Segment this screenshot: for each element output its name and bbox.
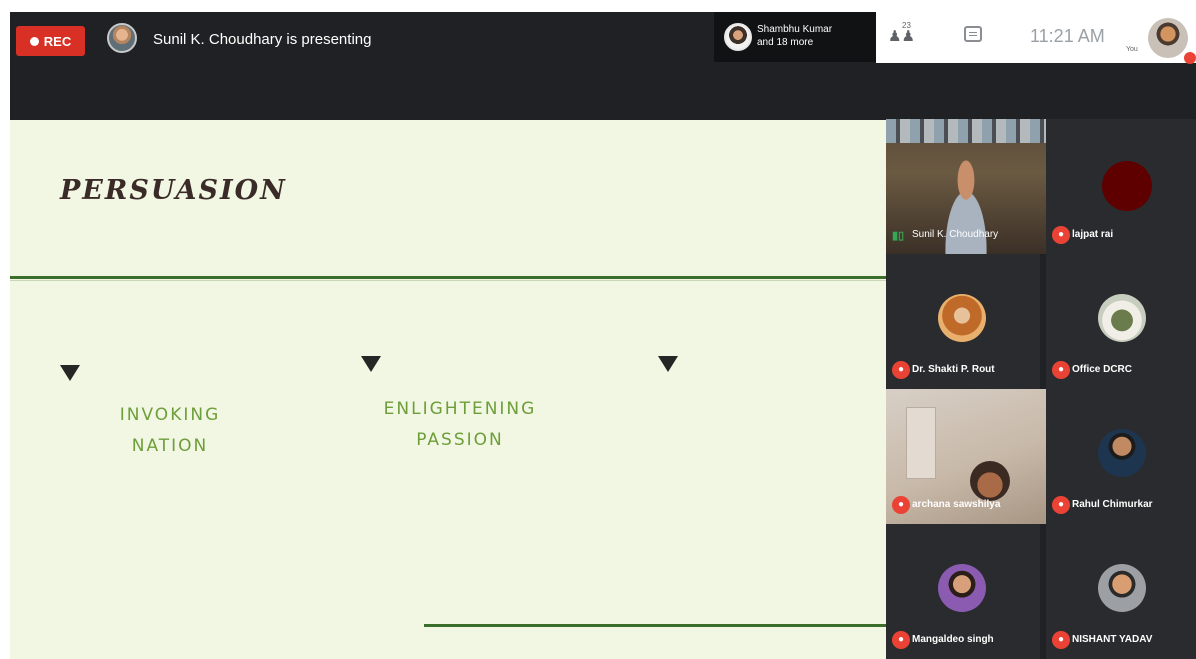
participants-summary: Shambhu Kumar and 18 more	[757, 23, 875, 49]
top-bar: REC Sunil K. Choudhary is presenting Sha…	[10, 12, 1196, 70]
participant-name: archana sawshilya	[912, 499, 1001, 510]
mic-off-icon: ●	[1052, 226, 1070, 244]
mic-off-icon: ●	[1052, 361, 1070, 379]
bullet-line: ENLIGHTENING	[383, 399, 537, 419]
title-divider	[10, 276, 886, 279]
participant-video	[970, 461, 1010, 501]
people-count: 23	[902, 21, 911, 30]
participant-tile[interactable]: ● NISHANT YADAV	[1046, 524, 1196, 659]
title-divider-shadow	[10, 280, 886, 281]
bullet-text-1: INVOKING NATION	[105, 400, 235, 462]
participant-avatar	[1098, 564, 1146, 612]
rec-label: REC	[43, 33, 72, 49]
participant-avatar	[1098, 429, 1146, 477]
bullet-text-2: ENLIGHTENING PASSION	[365, 394, 555, 456]
participant-avatar	[938, 294, 986, 342]
bullet-line: PASSION	[416, 430, 504, 450]
participant-tile[interactable]: ● Office DCRC	[1046, 254, 1196, 389]
participants-chip[interactable]: Shambhu Kumar and 18 more	[714, 12, 876, 62]
video-background	[906, 407, 936, 479]
bullet-line: NATION	[131, 436, 209, 456]
participant-name: Rahul Chimurkar	[1072, 499, 1153, 510]
self-panel: ♟♟ 23 11:21 AM You	[876, 12, 1196, 64]
participant-avatar	[1098, 294, 1146, 342]
triangle-bullet-icon	[361, 356, 381, 372]
presentation-slide: PERSUASION INVOKING NATION ENLIGHTENING …	[10, 120, 886, 659]
mic-off-icon: ●	[892, 361, 910, 379]
bottom-divider	[424, 624, 886, 627]
participant-tile[interactable]: ● Dr. Shakti P. Rout	[886, 254, 1040, 389]
record-dot-icon	[29, 36, 39, 46]
status-dot	[1184, 52, 1196, 64]
presenting-status: Sunil K. Choudhary is presenting	[153, 31, 372, 48]
participant-tile[interactable]: ▮▯ Sunil K. Choudhary	[886, 119, 1046, 254]
audio-level-icon: ▮▯	[892, 230, 905, 242]
mic-off-icon: ●	[892, 496, 910, 514]
participant-tile[interactable]: ● lajpat rai	[1046, 119, 1196, 254]
participant-avatar	[1102, 161, 1152, 211]
recording-indicator: REC	[16, 26, 85, 56]
participant-name: Sunil K. Choudhary	[912, 229, 999, 240]
mic-off-icon: ●	[1052, 631, 1070, 649]
chat-icon[interactable]	[964, 26, 982, 42]
participant-avatar	[724, 23, 752, 51]
participants-summary-name: Shambhu Kumar	[757, 24, 833, 35]
bullet-line: INVOKING	[119, 405, 221, 425]
participant-name: lajpat rai	[1072, 229, 1114, 240]
meeting-stage: REC Sunil K. Choudhary is presenting Sha…	[10, 12, 1196, 659]
participant-name: Mangaldeo singh	[912, 634, 994, 645]
participants-summary-more: and 18 more	[757, 37, 814, 48]
participant-tile[interactable]: ● Mangaldeo singh	[886, 524, 1040, 659]
mic-off-icon: ●	[892, 631, 910, 649]
participant-name: Office DCRC	[1072, 364, 1133, 375]
slide-title: PERSUASION	[60, 175, 287, 206]
participant-grid: ▮▯ Sunil K. Choudhary ● lajpat rai ● Dr.…	[886, 119, 1196, 659]
clock: 11:21 AM	[1030, 26, 1105, 46]
triangle-bullet-icon	[60, 365, 80, 381]
triangle-bullet-icon	[658, 356, 678, 372]
mic-off-icon: ●	[1052, 496, 1070, 514]
participant-tile[interactable]: ● archana sawshilya	[886, 389, 1046, 524]
you-label: You	[1126, 46, 1138, 53]
self-avatar[interactable]	[1148, 18, 1188, 58]
participant-tile[interactable]: ● Rahul Chimurkar	[1046, 389, 1196, 524]
video-background	[886, 119, 1046, 143]
participant-name: Dr. Shakti P. Rout	[912, 364, 995, 375]
participant-avatar	[938, 564, 986, 612]
participant-name: NISHANT YADAV	[1072, 634, 1153, 645]
presenter-avatar	[107, 23, 137, 53]
